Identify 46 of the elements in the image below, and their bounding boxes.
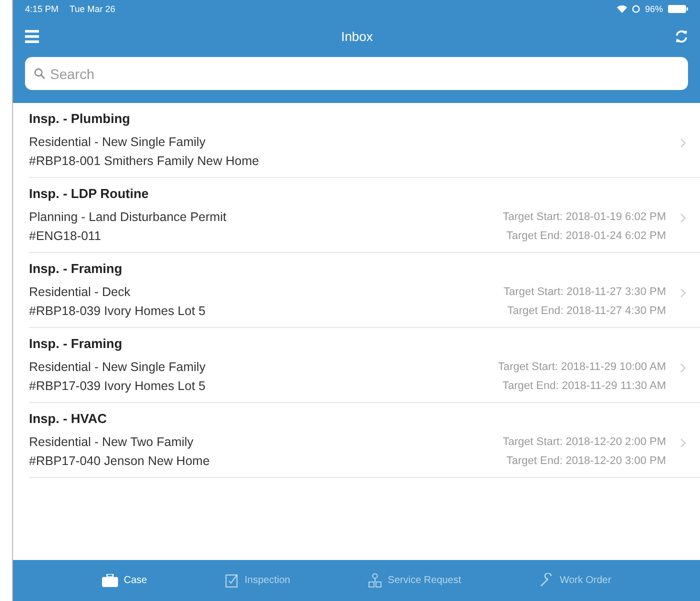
- target-end: Target End: 2018-12-20 3:00 PM: [505, 454, 666, 469]
- search-field[interactable]: Search: [25, 57, 688, 90]
- refresh-icon[interactable]: [675, 30, 688, 42]
- checklist-icon: [224, 573, 239, 588]
- target-start: Target Start: 2018-11-29 10:00 AM: [498, 360, 666, 375]
- item-case: #RBP17-039 Ivory Homes Lot 5: [29, 378, 206, 395]
- nav-title: Inbox: [340, 28, 374, 44]
- inbox-item[interactable]: Insp. - Plumbing Residential - New Single Family #RBP18-001 Smithers Family New Home: [29, 103, 700, 178]
- item-title: Insp. - Framing: [29, 261, 124, 276]
- item-case: #RBP18-001 Smithers Family New Home: [29, 153, 260, 170]
- chevron-icon: [680, 363, 686, 373]
- wifi-icon: [616, 5, 627, 13]
- item-type: Planning - Land Disturbance Permit: [29, 209, 228, 226]
- item-type: Residential - New Single Family: [29, 359, 206, 376]
- inbox-item[interactable]: Insp. - LDP Routine Planning - Land Disturbance Permit #ENG18-011 Target Start: 2018-01-19 6:02 PM Target End: 2018-01-24 6:02 PM: [29, 178, 700, 253]
- briefcase-icon: [102, 574, 118, 587]
- inbox-item[interactable]: Insp. - Framing Residential - Deck #RBP18-039 Ivory Homes Lot 5 Target Start: 2018-11-27 3:30 PM Target End: 2018-11-27 4:30 PM: [29, 253, 700, 328]
- item-case: #RBP18-039 Ivory Homes Lot 5: [29, 303, 206, 320]
- target-end: Target End: 2018-01-24 6:02 PM: [505, 229, 666, 244]
- chevron-icon: [680, 438, 686, 448]
- target-start: Target Start: 2018-12-20 2:00 PM: [502, 435, 666, 450]
- item-type: Residential - New Single Family: [29, 134, 206, 151]
- item-case: #ENG18-011: [29, 228, 102, 245]
- item-type: Residential - Deck: [29, 284, 132, 301]
- item-title: Insp. - Framing: [29, 336, 124, 351]
- people-icon: [368, 573, 382, 588]
- battery-percentage: 96%: [644, 4, 663, 14]
- item-type: Residential - New Two Family: [29, 434, 194, 451]
- chevron-icon: [680, 288, 686, 298]
- chevron-icon: [680, 138, 686, 148]
- target-start: Target Start: 2018-01-19 6:02 PM: [502, 210, 666, 225]
- item-case: #RBP17-040 Jenson New Home: [29, 453, 211, 470]
- item-title: Insp. - LDP Routine: [29, 186, 150, 201]
- tab[interactable]: Case: [98, 570, 152, 591]
- target-end: Target End: 2018-11-29 11:30 AM: [502, 379, 666, 394]
- target-end: Target End: 2018-11-27 4:30 PM: [506, 304, 666, 319]
- status-time: 4:15 PM: [25, 4, 59, 14]
- item-title: Insp. - Plumbing: [29, 111, 132, 126]
- status-date: Tue Mar 26: [70, 4, 116, 14]
- menu-icon[interactable]: [25, 30, 39, 42]
- chevron-icon: [680, 213, 686, 223]
- inbox-item[interactable]: Insp. - Framing Residential - New Single Family #RBP17-039 Ivory Homes Lot 5 Target Start: 2018-11-29 10:00 AM Target End: 2018-11-29 11:30 AM: [29, 328, 700, 403]
- battery-icon: [668, 5, 688, 13]
- item-title: Insp. - HVAC: [29, 411, 108, 426]
- target-start: Target Start: 2018-11-27 3:30 PM: [504, 285, 666, 300]
- inbox-item[interactable]: Insp. - HVAC Residential - New Two Family #RBP17-040 Jenson New Home Target Start: 2018-12-20 2:00 PM Target End: 2018-12-20 3:00 PM: [29, 403, 700, 478]
